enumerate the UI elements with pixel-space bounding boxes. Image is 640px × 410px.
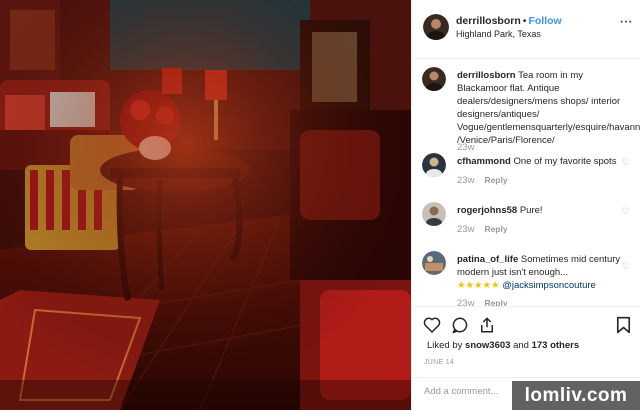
comment-time[interactable]: 23w [457,224,474,235]
comment-time[interactable]: 23w [457,142,474,153]
watermark: lomliv.com [512,381,640,410]
comment-username[interactable]: cfhammond [457,156,511,167]
comment-body: Pure! [519,205,543,216]
comment-meta: 23w Reply [457,298,508,306]
comment-text: cfhammond One of my favorite spots [457,155,633,168]
comment-icon[interactable] [451,316,469,339]
and-label: and [513,340,529,351]
comment-username[interactable]: patina_of_life [457,254,518,265]
add-comment-input[interactable]: Add a comment... [424,386,498,397]
post-location[interactable]: Highland Park, Texas [456,29,541,39]
liked-by-label: Liked by [427,340,463,351]
liked-by-user[interactable]: snow3603 [465,340,510,351]
tea-room-photo [0,0,411,410]
heart-icon[interactable] [423,316,441,338]
like-comment-heart-icon[interactable]: ♡ [622,157,630,168]
post-side-panel: derrillosborn • Follow Highland Park, Texa… [411,0,640,410]
mention-link[interactable]: @jacksimpsoncouture [502,280,596,291]
star-rating: ★★★★★ [457,280,500,291]
reply-button[interactable]: Reply [484,175,507,185]
reply-button[interactable]: Reply [484,298,507,306]
post-photo[interactable] [0,0,411,410]
comment-meta: 23w Reply [457,175,508,186]
comment-text: patina_of_life Sometimes mid century mod… [457,253,633,292]
separator-dot: • [522,15,527,27]
follow-button[interactable]: Follow [528,15,561,27]
avatar[interactable] [422,153,446,177]
comments-list[interactable]: derrillosborn Tea room in my Blackamoor … [412,59,640,306]
comment-username[interactable]: rogerjohns58 [457,205,517,216]
post-header: derrillosborn • Follow Highland Park, Texa… [412,0,640,59]
avatar[interactable] [423,14,449,40]
comment-body: Tea room in my Blackamoor flat. Antique … [457,70,640,146]
others-count[interactable]: 173 others [532,340,580,351]
comment-meta: 23w Reply [457,224,508,235]
comment-time[interactable]: 23w [457,298,474,306]
comment-body: One of my favorite spots [513,156,617,167]
likes-summary: Liked by snow3603 and 173 others [427,340,579,351]
avatar[interactable] [422,251,446,275]
share-icon[interactable] [478,316,496,339]
post-date[interactable]: JUNE 14 [424,359,454,366]
like-comment-heart-icon[interactable]: ♡ [622,261,630,272]
avatar[interactable] [422,67,446,91]
more-icon[interactable]: ··· [619,13,633,31]
reply-button[interactable]: Reply [484,224,507,234]
bookmark-icon[interactable] [616,316,631,339]
avatar[interactable] [422,202,446,226]
comment-username[interactable]: derrillosborn [457,70,516,81]
comment-meta: 23w [457,142,474,153]
like-comment-heart-icon[interactable]: ♡ [622,206,630,217]
comment-time[interactable]: 23w [457,175,474,186]
comment-text: rogerjohns58 Pure! [457,204,633,217]
comment-text: derrillosborn Tea room in my Blackamoor … [457,69,640,147]
post-username[interactable]: derrillosborn [456,15,521,27]
